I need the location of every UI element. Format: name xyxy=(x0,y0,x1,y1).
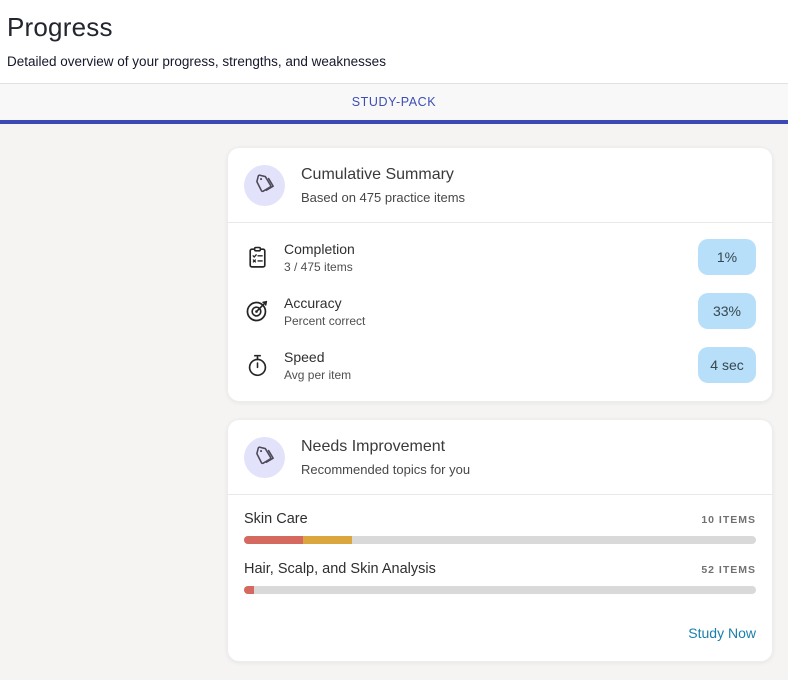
study-now-link[interactable]: Study Now xyxy=(688,625,756,641)
topic-head: Skin Care 10 ITEMS xyxy=(244,511,756,527)
summary-card-title: Cumulative Summary xyxy=(301,166,465,184)
topic-progress-bar xyxy=(244,586,756,594)
tab-bar: STUDY-PACK xyxy=(0,84,788,120)
speed-text: Speed Avg per item xyxy=(284,349,351,382)
accuracy-row: Accuracy Percent correct 33% xyxy=(228,284,772,338)
progress-segment-incorrect xyxy=(244,586,254,594)
accuracy-label: Accuracy xyxy=(284,295,365,311)
progress-page: Progress Detailed overview of your progr… xyxy=(0,0,788,680)
needs-card-subtitle: Recommended topics for you xyxy=(301,462,470,477)
needs-card-title: Needs Improvement xyxy=(301,438,470,456)
summary-avatar xyxy=(244,165,285,206)
completion-row: Completion 3 / 475 items 1% xyxy=(228,230,772,284)
summary-card-header: Cumulative Summary Based on 475 practice… xyxy=(228,148,772,222)
progress-segment-incorrect xyxy=(244,536,303,544)
topic-skin-care: Skin Care 10 ITEMS xyxy=(244,511,756,544)
tab-study-pack[interactable]: STUDY-PACK xyxy=(340,95,449,109)
completion-sublabel: 3 / 475 items xyxy=(284,260,355,274)
accuracy-text: Accuracy Percent correct xyxy=(284,295,365,328)
card-action-area: Study Now xyxy=(228,611,772,661)
tags-icon xyxy=(252,173,277,198)
summary-card-titles: Cumulative Summary Based on 475 practice… xyxy=(301,166,465,205)
topic-items-count: 52 ITEMS xyxy=(701,564,756,576)
summary-stat-rows: Completion 3 / 475 items 1% xyxy=(228,223,772,401)
accuracy-sublabel: Percent correct xyxy=(284,314,365,328)
summary-card-subtitle: Based on 475 practice items xyxy=(301,190,465,205)
topic-name: Skin Care xyxy=(244,511,308,527)
cumulative-summary-card: Cumulative Summary Based on 475 practice… xyxy=(227,147,773,402)
page-title: Progress xyxy=(7,12,788,43)
speed-label: Speed xyxy=(284,349,351,365)
accuracy-badge: 33% xyxy=(698,293,756,329)
tags-icon xyxy=(252,445,277,470)
topics-list: Skin Care 10 ITEMS Hair, Scalp, and Skin… xyxy=(228,495,772,594)
completion-text: Completion 3 / 475 items xyxy=(284,241,355,274)
stopwatch-icon xyxy=(244,352,270,378)
progress-segment-partial xyxy=(303,536,352,544)
topic-items-count: 10 ITEMS xyxy=(701,514,756,526)
needs-card-titles: Needs Improvement Recommended topics for… xyxy=(301,438,470,477)
content-area: Cumulative Summary Based on 475 practice… xyxy=(0,124,788,680)
needs-card-header: Needs Improvement Recommended topics for… xyxy=(228,420,772,494)
topic-name: Hair, Scalp, and Skin Analysis xyxy=(244,561,436,577)
card-column: Cumulative Summary Based on 475 practice… xyxy=(227,147,773,662)
completion-badge: 1% xyxy=(698,239,756,275)
topic-progress-bar xyxy=(244,536,756,544)
page-subtitle: Detailed overview of your progress, stre… xyxy=(7,54,788,69)
topic-hair-scalp-skin-analysis: Hair, Scalp, and Skin Analysis 52 ITEMS xyxy=(244,561,756,594)
checklist-icon xyxy=(244,244,270,270)
page-header: Progress Detailed overview of your progr… xyxy=(0,0,788,83)
needs-avatar xyxy=(244,437,285,478)
topic-head: Hair, Scalp, and Skin Analysis 52 ITEMS xyxy=(244,561,756,577)
speed-badge: 4 sec xyxy=(698,347,756,383)
target-icon xyxy=(244,298,270,324)
completion-label: Completion xyxy=(284,241,355,257)
speed-row: Speed Avg per item 4 sec xyxy=(228,338,772,392)
speed-sublabel: Avg per item xyxy=(284,368,351,382)
needs-improvement-card: Needs Improvement Recommended topics for… xyxy=(227,419,773,662)
